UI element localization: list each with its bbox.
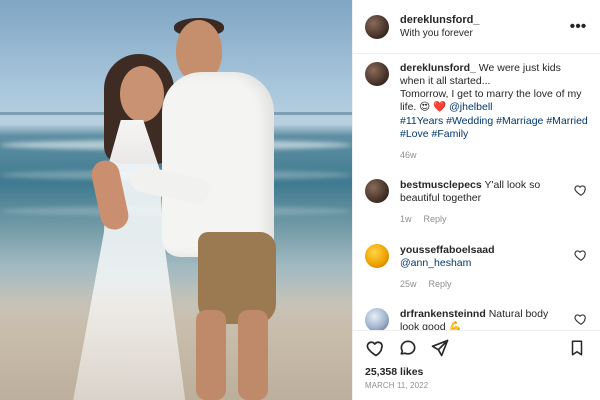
woman-face [120,66,164,122]
caption-hashtags[interactable]: #11Years #Wedding #Marriage #Married #Lo… [400,115,588,141]
emoji-red-heart: ❤️ [433,101,447,114]
caption-row: dereklunsford_ We were just kids when it… [365,62,588,161]
comment-row: drfrankensteinnd Natural body look good … [365,308,588,330]
emoji-heart-eyes: 😍 [419,101,431,114]
header-meta: dereklunsford_ With you forever [400,14,568,39]
comment-svg [400,340,416,355]
caption-text: dereklunsford_ We were just kids when it… [400,62,588,161]
comment-username[interactable]: drfrankensteinnd [400,308,486,320]
more-icon[interactable]: ••• [568,17,588,37]
post-actions [353,330,600,364]
comment-avatar[interactable] [365,308,389,330]
post-photo[interactable] [0,0,352,400]
emoji-flexed-biceps: 💪 [448,321,462,330]
header-username[interactable]: dereklunsford_ [400,14,568,26]
instagram-post: dereklunsford_ With you forever ••• dere… [0,0,600,400]
likes-count[interactable]: 25,358 likes [353,366,600,378]
comment-meta: 25w Reply [400,279,563,290]
comments-section: dereklunsford_ We were just kids when it… [353,54,600,330]
header-subtitle: With you forever [400,28,473,39]
more-dots: ••• [569,17,587,35]
profile-avatar[interactable] [365,14,389,39]
comment-meta: 1w Reply [400,214,563,225]
heart-icon[interactable] [365,337,387,359]
post-header: dereklunsford_ With you forever ••• [353,0,600,54]
caption-username[interactable]: dereklunsford_ [400,62,476,74]
comment-avatar[interactable] [365,243,389,268]
comment-row: yousseffaboelsaad @ann_hesham 25w Reply [365,243,588,291]
share-svg [431,339,449,356]
comment-text: drfrankensteinnd Natural body look good … [400,308,563,330]
comment-like-icon[interactable] [574,248,588,262]
comment-username[interactable]: bestmusclepecs [400,179,482,191]
caption-mention[interactable]: @jhelbell [449,101,492,113]
comment-like-icon[interactable] [574,183,588,197]
man-leg [196,310,226,400]
comment-time: 1w [400,214,412,225]
share-icon[interactable] [429,337,451,359]
comment-body: drfrankensteinnd Natural body look good … [400,308,563,330]
bookmark-icon[interactable] [566,337,588,359]
heart-svg [366,340,383,356]
caption-avatar[interactable] [365,62,389,86]
comment-avatar[interactable] [365,179,389,203]
caption-time: 46w [400,149,417,160]
comment-text: yousseffaboelsaad @ann_hesham 25w Reply [400,244,563,291]
bookmark-svg [571,340,583,355]
comment-like-icon[interactable] [574,312,588,326]
post-date: MARCH 11, 2022 [365,381,429,390]
man-leg [238,310,268,400]
comment-time: 25w [400,278,417,289]
caption-second-line: Tomorrow, I get to marry the love of my … [400,88,588,114]
comment-username[interactable]: yousseffaboelsaad [400,244,495,256]
comment-row: bestmusclepecs Y'all look so beautiful t… [365,179,588,226]
comment-reply-button[interactable]: Reply [429,279,452,290]
comment-body: bestmusclepecs Y'all look so beautiful t… [400,179,563,205]
comment-icon[interactable] [397,337,419,359]
caption-meta: 46w [400,150,588,161]
caption-first-line: dereklunsford_ We were just kids when it… [400,62,588,88]
post-sidebar: dereklunsford_ With you forever ••• dere… [352,0,600,400]
man-shirt [162,72,274,257]
comment-reply-button[interactable]: Reply [424,214,447,225]
comment-body: yousseffaboelsaad @ann_hesham [400,244,563,270]
comment-mention[interactable]: @ann_hesham [400,257,471,269]
comment-text: bestmusclepecs Y'all look so beautiful t… [400,179,563,226]
